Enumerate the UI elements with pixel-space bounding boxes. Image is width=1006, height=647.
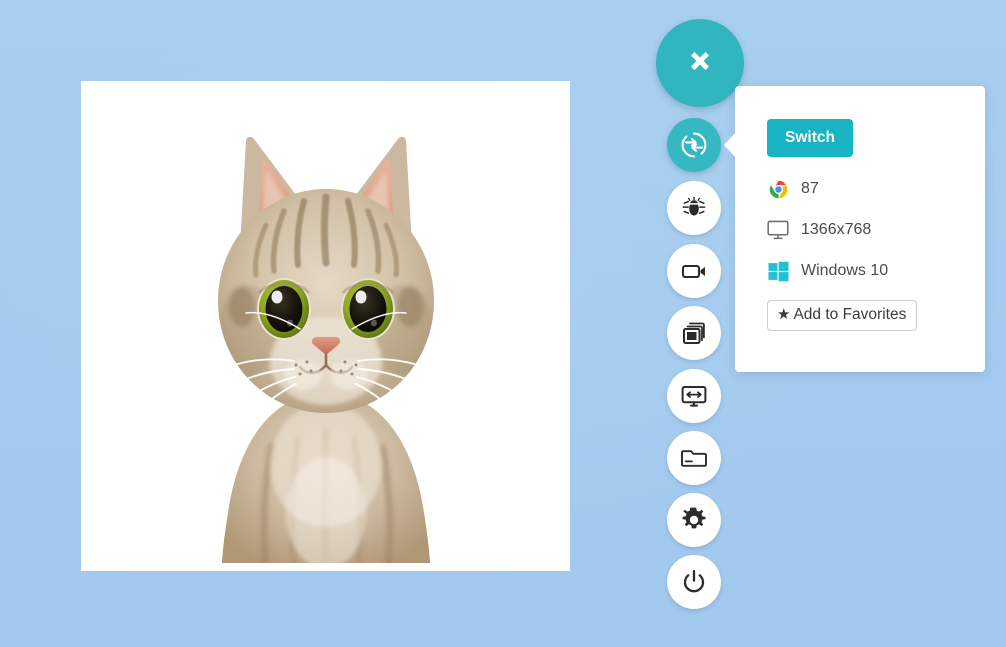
- info-row-os: Windows 10: [767, 260, 888, 282]
- switch-browser-popup: Switch 87 1366x768 Windows 10 ★ Add to F…: [724, 86, 985, 372]
- sidebar-item-stop-session[interactable]: [667, 555, 721, 609]
- cat-image: [180, 136, 471, 563]
- gear-icon: [680, 506, 708, 534]
- star-icon: ★: [777, 306, 791, 324]
- screenshot-icon: [681, 320, 707, 346]
- switch-button[interactable]: Switch: [767, 119, 853, 157]
- power-icon: [680, 568, 708, 596]
- switch-browser-icon: [679, 130, 709, 160]
- info-row-browser: 87: [767, 178, 819, 200]
- close-x-icon: [683, 44, 717, 83]
- bug-icon: [681, 195, 707, 221]
- sidebar-item-switch-browser[interactable]: [667, 118, 721, 172]
- screen-resolution: 1366x768: [801, 221, 872, 238]
- windows-icon: [767, 260, 789, 282]
- sidebar-item-responsive[interactable]: [667, 369, 721, 423]
- screenshot-preview-card: [81, 81, 570, 571]
- popup-arrow: [724, 132, 736, 158]
- monitor-icon: [767, 219, 789, 241]
- sidebar-item-screenshot[interactable]: [667, 306, 721, 360]
- sidebar-item-files[interactable]: [667, 431, 721, 485]
- browser-version: 87: [801, 180, 819, 197]
- chrome-icon: [767, 178, 789, 200]
- toolbar-sidebar: [656, 0, 744, 647]
- responsive-monitor-icon: [680, 382, 708, 410]
- sidebar-item-record-video[interactable]: [667, 244, 721, 298]
- close-session-button[interactable]: [656, 19, 744, 107]
- info-row-resolution: 1366x768: [767, 219, 871, 241]
- sidebar-item-report-bug[interactable]: [667, 181, 721, 235]
- sidebar-item-settings[interactable]: [667, 493, 721, 547]
- add-to-favorites-label: Add to Favorites: [793, 306, 907, 323]
- video-camera-icon: [680, 257, 708, 285]
- add-to-favorites-button[interactable]: ★ Add to Favorites: [767, 300, 918, 331]
- os-name: Windows 10: [801, 262, 889, 279]
- folder-icon: [680, 444, 708, 472]
